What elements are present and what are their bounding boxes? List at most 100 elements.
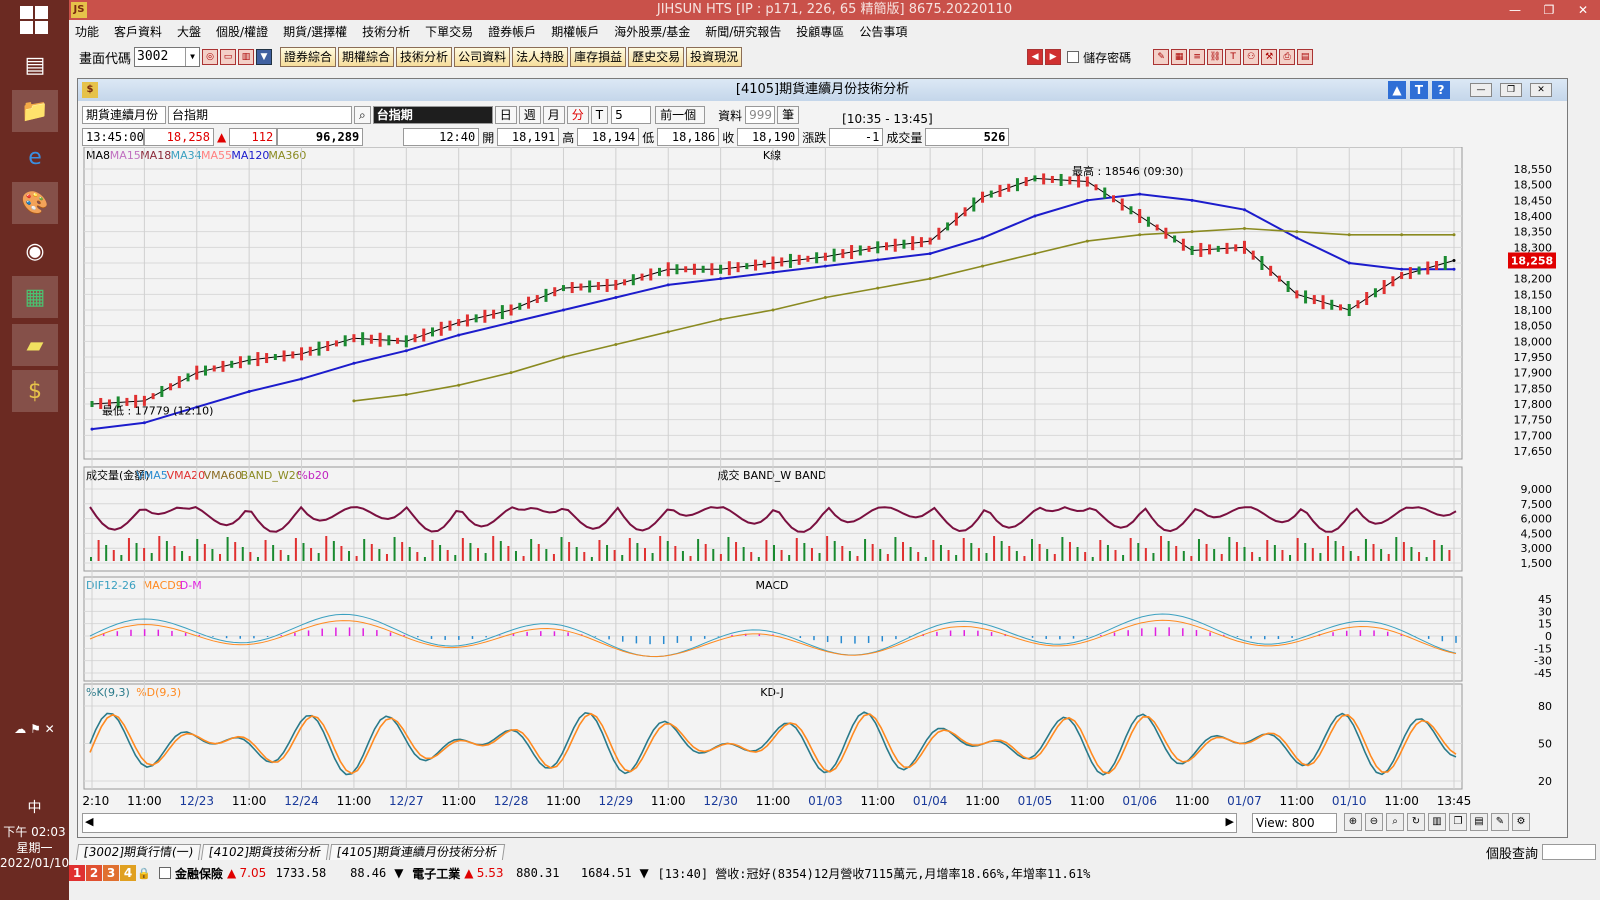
- zoom-in-icon[interactable]: ⊕: [1344, 813, 1362, 831]
- text-icon[interactable]: T: [1225, 49, 1242, 65]
- data-unit-button[interactable]: 筆: [777, 106, 800, 124]
- copy-icon[interactable]: ❐: [1449, 813, 1467, 831]
- period-button-3[interactable]: 分: [566, 106, 589, 124]
- tray-icons[interactable]: ☁ ⚑ ✕: [0, 722, 69, 736]
- ime-indicator[interactable]: 中: [0, 797, 69, 817]
- menu-item-11[interactable]: 投顧專區: [796, 23, 844, 40]
- period-button-4[interactable]: T: [590, 106, 609, 124]
- menu-item-4[interactable]: 期貨/選擇權: [283, 23, 347, 40]
- zoom-out-icon[interactable]: ⊖: [1365, 813, 1383, 831]
- nav-button-4[interactable]: 法人持股: [512, 47, 569, 67]
- period-button-2[interactable]: 月: [542, 106, 565, 124]
- menu-item-8[interactable]: 期權帳戶: [551, 23, 599, 40]
- minimize-button[interactable]: —: [1498, 0, 1532, 20]
- chart-area[interactable]: K線MA8 MA15 MA18 MA34 MA55 MA120MA36018,55018,…: [82, 147, 1564, 811]
- refresh-icon[interactable]: ↻: [1407, 813, 1425, 831]
- desktop-icon[interactable]: ▤: [12, 44, 58, 86]
- magnifier-icon[interactable]: ⌕: [1386, 813, 1404, 831]
- window-tab-0[interactable]: [3002]期貨行情(一): [75, 844, 202, 860]
- windows-start-icon[interactable]: [20, 6, 48, 34]
- window-num-4[interactable]: 4: [120, 865, 136, 881]
- settings-icon[interactable]: ⚙: [1512, 813, 1530, 831]
- menu-item-10[interactable]: 新聞/研究報告: [705, 23, 781, 40]
- arrow-left-icon[interactable]: ◀: [1027, 49, 1044, 65]
- menu-item-9[interactable]: 海外股票/基金: [614, 23, 690, 40]
- lock-icon[interactable]: 🔒: [137, 867, 153, 880]
- menu-item-5[interactable]: 技術分析: [362, 23, 410, 40]
- menu-item-6[interactable]: 下單交易: [425, 23, 473, 40]
- window-tab-2[interactable]: [4105]期貨連續月份技術分析: [329, 844, 506, 860]
- print-icon[interactable]: ⎙: [1279, 49, 1296, 65]
- window-restore-button[interactable]: ❐: [1500, 83, 1522, 97]
- menu-item-0[interactable]: 功能: [75, 23, 99, 40]
- menu-item-3[interactable]: 個股/權證: [216, 23, 268, 40]
- spreadsheet-icon[interactable]: ▦: [12, 276, 58, 318]
- nav-button-5[interactable]: 庫存損益: [570, 47, 627, 67]
- nav-button-1[interactable]: 期權綜合: [338, 47, 395, 67]
- menu-item-1[interactable]: 客戶資料: [114, 23, 162, 40]
- period-button-1[interactable]: 週: [518, 106, 541, 124]
- window-close-button[interactable]: ✕: [1530, 83, 1552, 97]
- save-password-checkbox[interactable]: [1067, 51, 1080, 63]
- prev-button[interactable]: 前一個: [655, 106, 706, 124]
- nav-button-2[interactable]: 技術分析: [396, 47, 453, 67]
- menu-item-12[interactable]: 公告事項: [859, 23, 907, 40]
- chevron-down-icon[interactable]: ▼: [640, 866, 652, 880]
- nav-button-7[interactable]: 投資現況: [686, 47, 743, 67]
- ie-browser-icon[interactable]: e: [12, 136, 58, 178]
- code-input[interactable]: 3002 ▼: [134, 47, 201, 67]
- menu-item-7[interactable]: 證券帳戶: [488, 23, 536, 40]
- nav-button-6[interactable]: 歷史交易: [628, 47, 685, 67]
- ytick-price-14: 17,850: [1514, 382, 1553, 395]
- window-num-1[interactable]: 1: [69, 865, 85, 881]
- close-button[interactable]: ✕: [1566, 0, 1600, 20]
- chrome-icon[interactable]: ◉: [12, 230, 58, 272]
- window-tab-1[interactable]: [4102]期貨技術分析: [201, 844, 330, 860]
- stock-query-input[interactable]: [1542, 844, 1596, 860]
- notes-icon[interactable]: ▰: [12, 324, 58, 366]
- pen-icon[interactable]: ✎: [1491, 813, 1509, 831]
- file-explorer-icon[interactable]: 📁: [12, 90, 58, 132]
- dropdown-icon[interactable]: ▼: [256, 49, 273, 65]
- bar-chart-icon[interactable]: ▥: [1428, 813, 1446, 831]
- paint-icon[interactable]: 🎨: [12, 182, 58, 224]
- scroll-right-icon[interactable]: ▶: [1226, 815, 1234, 828]
- search-icon[interactable]: ⌕: [354, 106, 371, 124]
- table-icon[interactable]: ▤: [1297, 49, 1314, 65]
- text-mode-icon[interactable]: T: [1410, 81, 1428, 99]
- list-icon[interactable]: ≡: [1189, 49, 1206, 65]
- candle-5-5: [396, 337, 400, 344]
- minutes-select[interactable]: 5: [611, 106, 652, 124]
- window-num-3[interactable]: 3: [103, 865, 119, 881]
- product-type-select[interactable]: 期貨連續月份: [82, 106, 166, 124]
- nav-button-0[interactable]: 證券綜合: [280, 47, 337, 67]
- nav-button-3[interactable]: 公司資料: [454, 47, 511, 67]
- link-icon[interactable]: ⛓: [1207, 49, 1224, 65]
- tool-icon[interactable]: ⚒: [1261, 49, 1278, 65]
- period-button-0[interactable]: 日: [494, 106, 517, 124]
- horizontal-scrollbar[interactable]: ◀ ▶: [82, 813, 1237, 833]
- index-checkbox[interactable]: [159, 867, 171, 879]
- window-minimize-button[interactable]: —: [1470, 83, 1492, 97]
- chevron-down-icon[interactable]: ▼: [185, 48, 199, 66]
- draw-icon[interactable]: ✎: [1153, 49, 1170, 65]
- view-size-input[interactable]: View: 800: [1252, 813, 1337, 833]
- window-icon[interactable]: ▭: [220, 49, 237, 65]
- chart-icon[interactable]: ▥: [238, 49, 255, 65]
- data-count-input[interactable]: 999: [745, 106, 776, 124]
- window-num-2[interactable]: 2: [86, 865, 102, 881]
- search-icon[interactable]: ◎: [202, 49, 219, 65]
- menu-item-2[interactable]: 大盤: [177, 23, 201, 40]
- grid-icon[interactable]: ▦: [1171, 49, 1188, 65]
- layout-icon[interactable]: ▤: [1470, 813, 1488, 831]
- group-icon[interactable]: ⚇: [1243, 49, 1260, 65]
- help-icon[interactable]: ?: [1432, 81, 1450, 99]
- restore-button[interactable]: ❐: [1532, 0, 1566, 20]
- point-MA120-15: [876, 258, 880, 262]
- scroll-left-icon[interactable]: ◀: [85, 815, 93, 828]
- arrow-right-icon[interactable]: ▶: [1045, 49, 1062, 65]
- up-arrow-icon[interactable]: ▲: [1388, 81, 1406, 99]
- chevron-down-icon[interactable]: ▼: [394, 866, 406, 880]
- jihsun-hts-icon[interactable]: $: [12, 370, 58, 412]
- product-name-select[interactable]: 台指期: [168, 106, 352, 124]
